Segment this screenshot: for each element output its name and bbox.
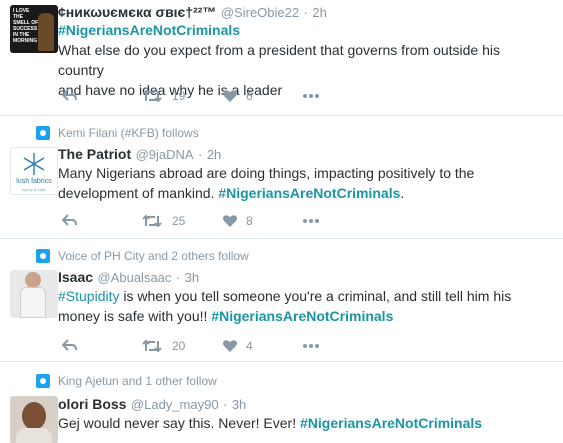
avatar[interactable]: lush fabrics luxury & style <box>10 147 58 195</box>
tweet-line: What else do you expect from a president… <box>58 42 501 78</box>
separator-dot: · <box>198 147 203 162</box>
tweet-line: Many Nigerians abroad are doing things, … <box>58 165 475 181</box>
like-count: 4 <box>246 339 253 353</box>
separator-dot: · <box>175 270 181 285</box>
tweet-header: Isaac @Abualsaac · 3h <box>58 268 199 286</box>
retweet-icon <box>142 214 162 228</box>
hashtag-link[interactable]: #Stupidity <box>58 288 119 304</box>
social-context-text[interactable]: King Ajetun and 1 other follow <box>58 374 217 388</box>
user-handle[interactable]: @SireObie22 <box>221 5 299 20</box>
heart-icon <box>223 215 237 227</box>
tweet-actions: 19 6 <box>58 86 358 106</box>
separator-dot: · <box>303 5 308 20</box>
user-handle[interactable]: @Abualsaac <box>98 270 172 285</box>
tweet-line-end: . <box>400 185 405 201</box>
avatar[interactable] <box>10 396 58 443</box>
more-icon <box>303 219 319 223</box>
reply-icon <box>62 339 77 351</box>
heart-icon <box>223 90 237 102</box>
retweet-icon <box>142 89 162 103</box>
social-context: Kemi Filani (#KFB) follows <box>36 125 199 141</box>
tweet-line: is when you tell someone you're a crimin… <box>123 288 512 304</box>
tweet-line: money is safe with you!! <box>58 308 208 324</box>
avatar[interactable]: I LOVE THE SMELL OF SUCCESS IN THE MORNI… <box>10 5 58 53</box>
tweet-header: ¢ниκωυємєкα σвιє†²²™ @SireObie22 · 2h <box>58 3 327 21</box>
tweet-header: olori Boss @Lady_may90 · 3h <box>58 395 246 413</box>
avatar-figure <box>38 13 54 51</box>
reply-icon <box>62 214 77 226</box>
avatar-brand: lush fabrics <box>16 178 52 185</box>
avatar-text: I LOVE THE SMELL OF SUCCESS IN THE MORNI… <box>13 8 39 44</box>
tweet-text: Many Nigerians abroad are doing things, … <box>58 163 548 203</box>
separator-dot: · <box>223 397 228 412</box>
user-name[interactable]: The Patriot <box>58 146 131 162</box>
follow-badge-icon <box>36 374 50 388</box>
user-handle[interactable]: @Lady_may90 <box>131 397 219 412</box>
hashtag-link[interactable]: #NigeriansAreNotCriminals <box>218 185 400 201</box>
like-count: 8 <box>246 214 253 228</box>
tweet-actions: 25 8 <box>58 211 358 231</box>
tweet[interactable]: Voice of PH City and 2 others follow Isa… <box>0 240 563 362</box>
avatar-body <box>16 428 52 443</box>
hashtag-link[interactable]: #NigeriansAreNotCriminals <box>58 22 240 38</box>
social-context: King Ajetun and 1 other follow <box>36 373 217 389</box>
more-icon <box>303 94 319 98</box>
hashtag-link[interactable]: #NigeriansAreNotCriminals <box>211 308 393 324</box>
hashtag-link[interactable]: #NigeriansAreNotCriminals <box>300 415 482 431</box>
follow-badge-icon <box>36 126 50 140</box>
like-count: 6 <box>246 89 253 103</box>
timestamp[interactable]: 3h <box>185 270 199 285</box>
tweet-line: development of mankind. <box>58 185 215 201</box>
tweet-text: Gej would never say this. Never! Ever! #… <box>58 413 548 433</box>
user-handle[interactable]: @9jaDNA <box>136 147 194 162</box>
retweet-count: 25 <box>172 214 186 228</box>
retweet-icon <box>142 339 162 353</box>
social-context-text[interactable]: Kemi Filani (#KFB) follows <box>58 126 199 140</box>
avatar[interactable] <box>10 270 58 318</box>
timestamp[interactable]: 2h <box>312 5 326 20</box>
social-context-text[interactable]: Voice of PH City and 2 others follow <box>58 249 249 263</box>
user-name[interactable]: olori Boss <box>58 396 126 412</box>
tweet[interactable]: Kemi Filani (#KFB) follows lush fabrics … <box>0 117 563 239</box>
tweet[interactable]: King Ajetun and 1 other follow olori Bos… <box>0 363 563 443</box>
avatar-face <box>22 402 46 430</box>
follow-badge-icon <box>36 249 50 263</box>
reply-icon <box>62 89 77 101</box>
tweet-text: #Stupidity is when you tell someone you'… <box>58 286 548 326</box>
retweet-count: 19 <box>172 89 186 103</box>
user-name[interactable]: Isaac <box>58 269 93 285</box>
heart-icon <box>223 340 237 352</box>
user-name[interactable]: ¢ниκωυємєкα σвιє†²²™ <box>58 4 216 20</box>
tweet[interactable]: I LOVE THE SMELL OF SUCCESS IN THE MORNI… <box>0 0 563 116</box>
tweet-line: Gej would never say this. Never! Ever! <box>58 415 297 431</box>
timestamp[interactable]: 3h <box>232 397 246 412</box>
retweet-count: 20 <box>172 339 186 353</box>
tweet-header: The Patriot @9jaDNA · 2h <box>58 145 221 163</box>
tweet-actions: 20 4 <box>58 336 358 356</box>
timestamp[interactable]: 2h <box>207 147 221 162</box>
avatar-sub: luxury & style <box>22 187 46 192</box>
social-context: Voice of PH City and 2 others follow <box>36 248 249 264</box>
snowflake-logo-icon <box>23 153 45 175</box>
avatar-body <box>20 287 46 318</box>
avatar-figure <box>25 272 41 288</box>
more-icon <box>303 344 319 348</box>
